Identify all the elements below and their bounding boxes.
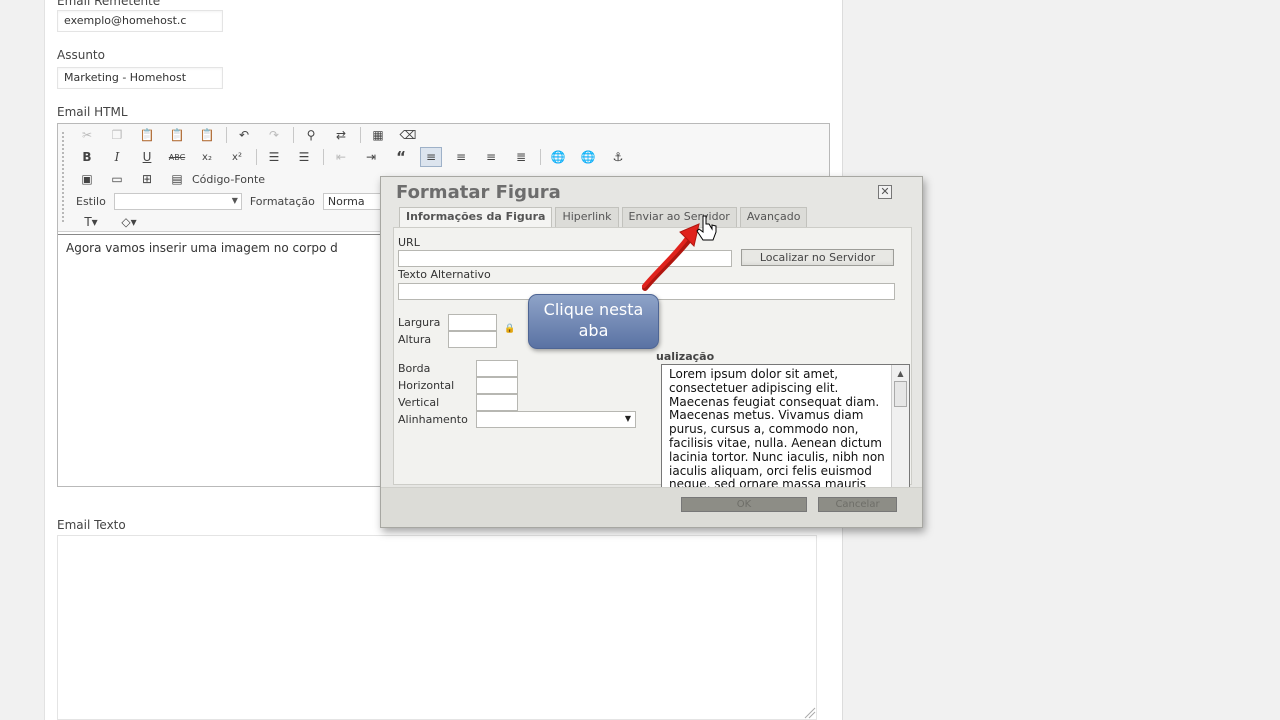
red-arrow: [642, 232, 692, 288]
hand-pointer-icon: [696, 215, 717, 241]
resize-grip-icon: [804, 707, 816, 719]
annotation-overlay: [642, 215, 816, 719]
